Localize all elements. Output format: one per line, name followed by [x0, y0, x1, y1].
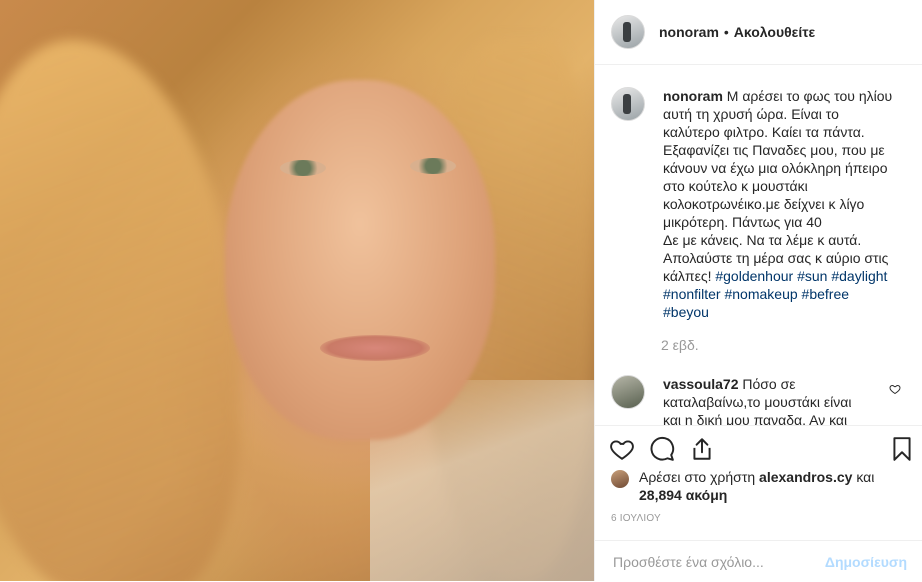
photo-hair-left [0, 40, 240, 581]
post-comment-button[interactable]: Δημοσίευση [825, 554, 907, 570]
caption-timestamp[interactable]: 2 εβδ. [661, 337, 922, 353]
header-separator: • [723, 24, 729, 40]
comment-input[interactable] [611, 552, 825, 571]
share-icon[interactable] [689, 436, 715, 462]
likes-summary: Αρέσει στο χρήστη alexandros.cy και 28,8… [611, 468, 874, 504]
heart-icon[interactable] [609, 436, 635, 462]
hashtag-nomakeup[interactable]: #nomakeup [724, 286, 797, 302]
likes-prefix: Αρέσει στο χρήστη [639, 469, 756, 485]
likes-suffix[interactable]: ακόμη [686, 487, 728, 503]
likes-and: και [856, 469, 875, 485]
comment-icon[interactable] [649, 436, 675, 462]
post-side-panel: nonoram • Ακολουθείτε nonoram Μ αρέσει τ… [594, 0, 922, 581]
caption-avatar[interactable] [611, 87, 645, 121]
comments-list[interactable]: nonoram Μ αρέσει το φως του ηλίου αυτή τ… [595, 65, 922, 425]
bookmark-icon[interactable] [889, 436, 915, 462]
post-photo[interactable] [0, 0, 594, 581]
photo-lips [320, 335, 430, 361]
likes-text: Αρέσει στο χρήστη alexandros.cy και 28,8… [639, 468, 874, 504]
comment-item: vassoula72 Πόσο σε καταλαβαίνω,το μουστά… [595, 353, 922, 425]
add-comment-bar: Δημοσίευση [595, 540, 922, 582]
hashtag-befree[interactable]: #befree [802, 286, 849, 302]
caption: nonoram Μ αρέσει το φως του ηλίου αυτή τ… [595, 65, 922, 321]
comment-username[interactable]: vassoula72 [663, 376, 739, 392]
caption-username[interactable]: nonoram [663, 88, 723, 104]
comment-text: vassoula72 Πόσο σε καταλαβαίνω,το μουστά… [663, 375, 863, 425]
comment-avatar[interactable] [611, 375, 645, 409]
hashtag-goldenhour[interactable]: #goldenhour [715, 268, 793, 284]
header-username[interactable]: nonoram [659, 24, 719, 40]
photo-eye-left [280, 160, 326, 176]
liker-username[interactable]: alexandros.cy [759, 469, 852, 485]
following-button[interactable]: Ακολουθείτε [734, 24, 815, 40]
comment-like-icon[interactable] [889, 383, 901, 395]
hashtag-daylight[interactable]: #daylight [831, 268, 887, 284]
photo-eye-right [410, 158, 456, 174]
hashtag-beyou[interactable]: #beyou [663, 304, 709, 320]
post-header: nonoram • Ακολουθείτε [595, 0, 922, 65]
photo-face [225, 80, 495, 440]
post-actions [595, 425, 922, 470]
hashtag-nonfilter[interactable]: #nonfilter [663, 286, 721, 302]
likes-count[interactable]: 28,894 [639, 487, 682, 503]
caption-body: Μ αρέσει το φως του ηλίου αυτή τη χρυσή … [663, 88, 893, 230]
post-date[interactable]: 6 ΙΟΥΛΙΟΥ [611, 513, 661, 524]
caption-text: nonoram Μ αρέσει το φως του ηλίου αυτή τ… [663, 87, 895, 321]
liker-avatar[interactable] [611, 470, 629, 488]
hashtag-sun[interactable]: #sun [797, 268, 827, 284]
avatar[interactable] [611, 15, 645, 49]
